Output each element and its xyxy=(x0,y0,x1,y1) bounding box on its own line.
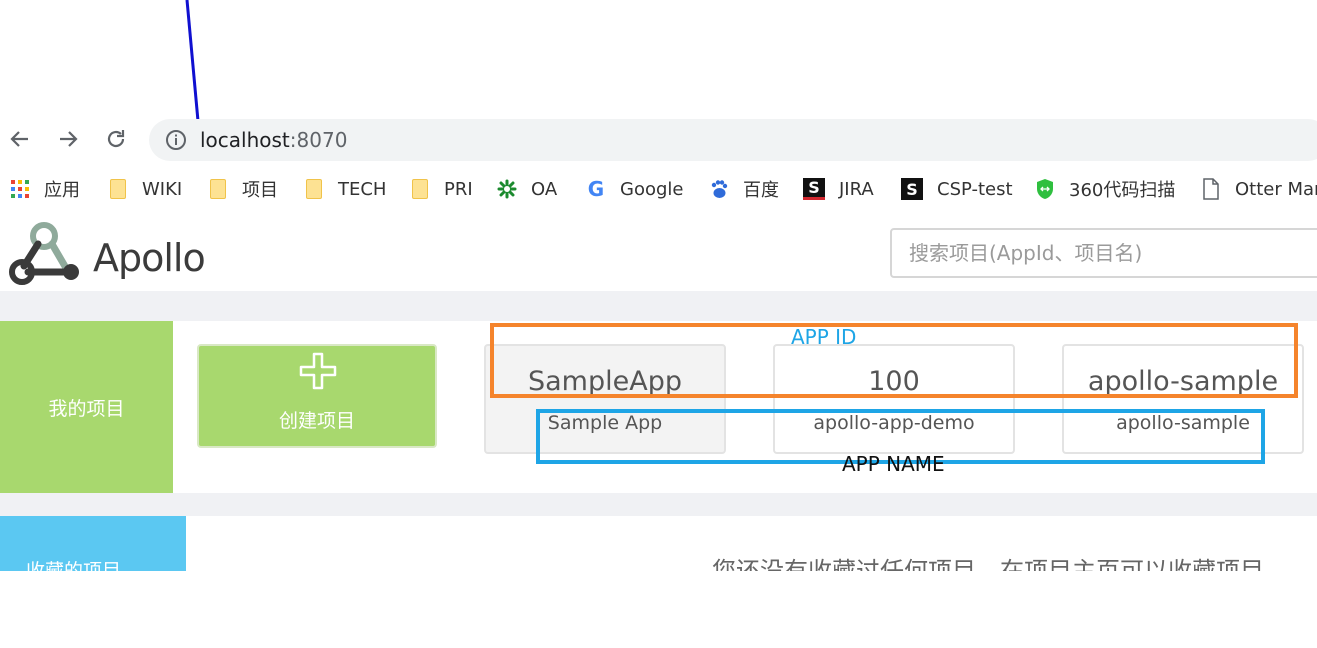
baidu-paw-icon xyxy=(709,179,729,199)
bookmark-wiki[interactable]: WIKI xyxy=(108,172,182,206)
jira-s-icon: S xyxy=(803,178,825,200)
bookmarks-bar: 应用 WIKI 项目 TECH PRI OA G Google 百度 S JIRA … xyxy=(0,172,1317,206)
arrow-left-icon xyxy=(10,131,28,147)
bookmark-apps[interactable]: 应用 xyxy=(10,172,80,206)
bookmark-label: JIRA xyxy=(839,178,874,200)
bookmark-baidu[interactable]: 百度 xyxy=(709,172,779,206)
arrow-right-icon xyxy=(60,131,78,147)
bookmark-pri[interactable]: PRI xyxy=(410,172,473,206)
bookmark-otter[interactable]: Otter Mar xyxy=(1201,172,1317,206)
apollo-logo-icon[interactable] xyxy=(8,218,82,288)
bookmark-label: 应用 xyxy=(44,180,80,201)
info-icon[interactable] xyxy=(164,128,188,152)
bookmark-google[interactable]: G Google xyxy=(586,172,684,206)
csp-s-icon: S xyxy=(901,178,923,200)
favorites-title: 收藏的项目 xyxy=(26,560,122,571)
bookmark-csp-test[interactable]: S CSP-test xyxy=(901,172,1013,206)
app-id-annotation-label: APP ID xyxy=(791,325,857,349)
section-divider xyxy=(0,291,1317,321)
favorites-empty-text: 您还没有收藏过任何项目，在项目主页可以收藏项目 xyxy=(712,557,1264,571)
folder-icon xyxy=(208,179,228,199)
url-text[interactable]: localhost:8070 xyxy=(200,128,347,152)
bookmark-tech[interactable]: TECH xyxy=(304,172,386,206)
google-logo-icon: G xyxy=(587,177,605,201)
bookmark-label: WIKI xyxy=(142,178,183,200)
favorites-empty-message: 您还没有收藏过任何项目，在项目主页可以收藏项目 xyxy=(712,554,1317,571)
section-divider xyxy=(0,493,1317,516)
bookmark-label: 项目 xyxy=(242,180,278,201)
bookmark-label: 360代码扫描 xyxy=(1069,180,1176,201)
bookmark-label: CSP-test xyxy=(937,178,1013,200)
apollo-logo-text[interactable]: Apollo xyxy=(93,234,206,282)
my-projects-title: 我的项目 xyxy=(0,321,173,493)
forward-button[interactable] xyxy=(53,124,83,154)
folder-icon xyxy=(304,179,324,199)
plus-icon xyxy=(299,352,337,390)
bookmark-projects[interactable]: 项目 xyxy=(208,172,278,206)
bookmark-jira[interactable]: S JIRA xyxy=(803,172,874,206)
apps-grid-icon xyxy=(10,179,30,199)
bookmark-label: Otter Mar xyxy=(1235,178,1317,200)
folder-icon xyxy=(410,179,430,199)
folder-icon xyxy=(108,179,128,199)
favorites-panel: 收藏的项目 xyxy=(0,516,186,571)
back-button[interactable] xyxy=(5,124,35,154)
bookmark-360-scan[interactable]: 360代码扫描 xyxy=(1035,172,1175,206)
bookmark-label: OA xyxy=(531,178,558,200)
create-project-label: 创建项目 xyxy=(278,410,355,432)
create-project-button[interactable]: 创建项目 xyxy=(197,344,437,448)
bookmark-label: 百度 xyxy=(743,180,779,201)
oa-logo-icon xyxy=(497,179,517,199)
reload-icon xyxy=(107,130,125,148)
bookmark-label: TECH xyxy=(338,178,387,200)
project-search-input[interactable]: 搜索项目(AppId、项目名) xyxy=(890,228,1317,278)
url-host: localhost xyxy=(200,128,290,152)
bookmark-oa[interactable]: OA xyxy=(497,172,557,206)
shield-icon xyxy=(1035,179,1055,199)
document-icon xyxy=(1201,178,1221,200)
reload-button[interactable] xyxy=(101,124,131,154)
url-port: :8070 xyxy=(289,128,348,152)
bookmark-label: Google xyxy=(620,178,684,200)
bookmark-label: PRI xyxy=(444,178,473,200)
app-name-annotation-label: APP NAME xyxy=(842,452,945,476)
app-id-annotation-box xyxy=(490,323,1298,398)
